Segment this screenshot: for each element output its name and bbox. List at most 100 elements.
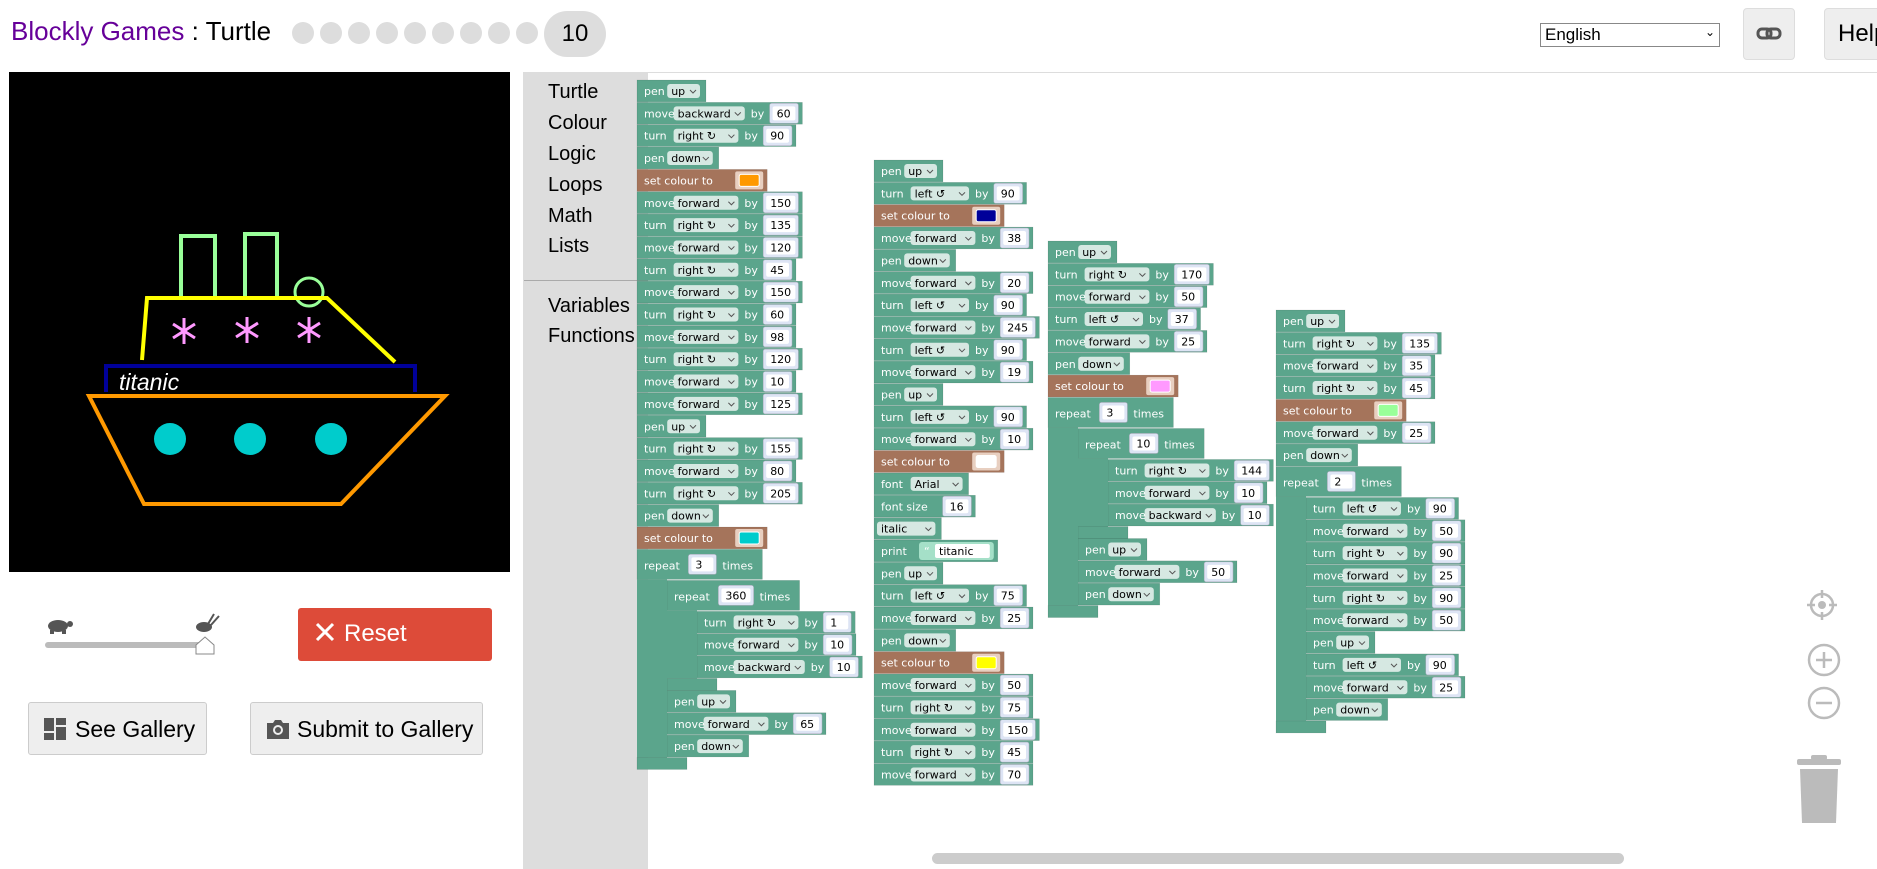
pen-block[interactable]: pen down <box>873 629 957 652</box>
speed-slider[interactable] <box>44 610 224 655</box>
number-input[interactable]: 120 <box>762 237 799 258</box>
move-direction-dropdown[interactable]: forward <box>910 767 976 782</box>
turn-direction-dropdown[interactable]: right ↻ <box>673 486 739 501</box>
colour-picker[interactable] <box>972 452 1001 471</box>
turn-direction-dropdown[interactable]: right ↻ <box>673 128 739 143</box>
number-input[interactable]: 90 <box>1431 587 1462 609</box>
turn-block[interactable]: turn right ↻ by 45 <box>873 740 1034 764</box>
turn-block[interactable]: turn right ↻ by 75 <box>873 696 1034 719</box>
number-input[interactable]: 25 <box>1431 565 1462 586</box>
pen-dropdown[interactable]: down <box>1306 448 1352 463</box>
number-input[interactable]: 150 <box>762 281 799 303</box>
colour-block[interactable]: set colour to <box>1275 399 1407 422</box>
number-input[interactable]: 2 <box>1327 471 1356 492</box>
see-gallery-button[interactable]: See Gallery <box>28 702 207 755</box>
move-direction-dropdown[interactable]: forward <box>910 432 976 447</box>
level-dot[interactable] <box>348 22 370 44</box>
number-input[interactable]: 150 <box>999 719 1036 740</box>
move-direction-dropdown[interactable]: forward <box>1342 613 1408 628</box>
colour-block[interactable]: set colour to <box>873 204 1005 227</box>
trash-icon[interactable] <box>1794 755 1844 825</box>
turn-direction-dropdown[interactable]: right ↻ <box>673 441 739 456</box>
move-direction-dropdown[interactable]: forward <box>673 195 739 210</box>
turn-block[interactable]: turn left ↺ by 37 <box>1047 307 1201 331</box>
submit-to-gallery-button[interactable]: Submit to Gallery <box>250 702 483 755</box>
pen-dropdown[interactable]: up <box>1336 635 1369 650</box>
turn-block[interactable]: turn left ↺ by 90 <box>873 338 1027 361</box>
turn-block[interactable]: turn right ↻ by 90 <box>1305 586 1466 609</box>
number-input[interactable]: 90 <box>762 125 793 146</box>
turn-block[interactable]: turn right ↻ by 170 <box>1047 263 1214 286</box>
turn-direction-dropdown[interactable]: left ↺ <box>910 342 969 357</box>
pen-block[interactable]: pen up <box>1305 631 1376 654</box>
number-input[interactable]: 19 <box>999 361 1030 383</box>
program-stack[interactable]: pen upmove backward by 60turn right ↻ by 90pen d… <box>636 79 863 770</box>
number-input[interactable]: 75 <box>999 697 1030 718</box>
level-dot[interactable] <box>488 22 510 44</box>
turn-block[interactable]: turn right ↻ by 45 <box>1275 376 1436 400</box>
pen-dropdown[interactable]: down <box>1078 356 1124 371</box>
font-style-dropdown[interactable]: italic <box>877 521 936 536</box>
slider-handle[interactable] <box>195 636 215 655</box>
number-input[interactable]: 65 <box>792 713 823 734</box>
turn-direction-dropdown[interactable]: left ↺ <box>1342 501 1401 516</box>
pen-block[interactable]: pen up <box>873 562 944 585</box>
turn-direction-dropdown[interactable]: left ↺ <box>1084 312 1143 327</box>
colour-block[interactable]: set colour to <box>636 526 768 550</box>
turn-block[interactable]: turn left ↺ by 90 <box>873 182 1027 205</box>
block-canvas[interactable]: pen upmove backward by 60turn right ↻ by 90pen d… <box>524 73 1877 869</box>
colour-block[interactable]: set colour to <box>873 450 1005 473</box>
number-input[interactable]: 10 <box>999 428 1030 450</box>
move-direction-dropdown[interactable]: forward <box>910 275 976 290</box>
pen-dropdown[interactable]: down <box>1336 702 1382 717</box>
number-input[interactable]: 10 <box>1233 482 1264 504</box>
move-direction-dropdown[interactable]: backward <box>733 660 805 675</box>
number-input[interactable]: 60 <box>769 103 799 124</box>
move-direction-dropdown[interactable]: backward <box>1144 508 1216 523</box>
turn-block[interactable]: turn left ↺ by 90 <box>873 293 1027 317</box>
pen-block[interactable]: pen down <box>666 734 750 758</box>
pen-dropdown[interactable]: up <box>1306 314 1339 328</box>
pen-block[interactable]: pen down <box>636 504 720 527</box>
program-stack[interactable]: pen upturn right ↻ by 135move forward by 35turn… <box>1275 309 1466 734</box>
move-block[interactable]: move forward by 38 <box>873 226 1034 250</box>
pen-dropdown[interactable]: up <box>697 694 730 709</box>
language-select[interactable]: English ⌄ <box>1540 23 1720 47</box>
move-direction-dropdown[interactable]: forward <box>733 637 799 652</box>
pen-block[interactable]: pen up <box>1047 240 1118 264</box>
turn-direction-dropdown[interactable]: right ↻ <box>673 352 739 367</box>
move-direction-dropdown[interactable]: forward <box>673 329 739 344</box>
number-input[interactable]: 38 <box>999 227 1030 249</box>
move-direction-dropdown[interactable]: forward <box>910 320 976 335</box>
turn-block[interactable]: turn right ↻ by 205 <box>636 482 803 505</box>
pen-block[interactable]: pen up <box>873 159 944 183</box>
colour-picker[interactable] <box>735 529 764 547</box>
move-direction-dropdown[interactable]: forward <box>1342 680 1408 695</box>
pen-dropdown[interactable]: down <box>667 508 713 523</box>
number-input[interactable]: 135 <box>1401 333 1438 354</box>
pen-dropdown[interactable]: up <box>1108 542 1141 557</box>
move-block[interactable]: move backward by 10 <box>696 655 863 679</box>
turn-block[interactable]: turn right ↻ by 155 <box>636 437 803 460</box>
pen-dropdown[interactable]: up <box>667 84 700 98</box>
colour-block[interactable]: set colour to <box>1047 374 1179 398</box>
level-dot[interactable] <box>292 22 314 44</box>
pen-dropdown[interactable]: up <box>904 387 937 402</box>
zoom-out-icon[interactable] <box>1807 686 1841 720</box>
move-direction-dropdown[interactable]: forward <box>703 716 769 731</box>
turn-block[interactable]: turn right ↻ by 144 <box>1107 459 1274 482</box>
turn-direction-dropdown[interactable]: left ↺ <box>910 409 969 424</box>
move-direction-dropdown[interactable]: forward <box>910 722 976 737</box>
zoom-in-icon[interactable] <box>1807 643 1841 677</box>
turn-direction-dropdown[interactable]: left ↺ <box>910 186 969 201</box>
turn-block[interactable]: turn right ↻ by 90 <box>1305 541 1466 565</box>
colour-picker[interactable] <box>972 206 1001 225</box>
move-block[interactable]: move forward by 150 <box>873 718 1040 741</box>
number-input[interactable]: 170 <box>1173 264 1210 285</box>
move-block[interactable]: move forward by 50 <box>1047 285 1208 308</box>
number-input[interactable]: 45 <box>762 259 793 281</box>
repeat-block[interactable]: repeat2timesdoturnleft ↺by90moveforwardb… <box>1275 466 1466 734</box>
turn-direction-dropdown[interactable]: right ↻ <box>673 307 739 322</box>
number-input[interactable]: 10 <box>829 656 859 678</box>
colour-block[interactable]: set colour to <box>873 651 1005 674</box>
